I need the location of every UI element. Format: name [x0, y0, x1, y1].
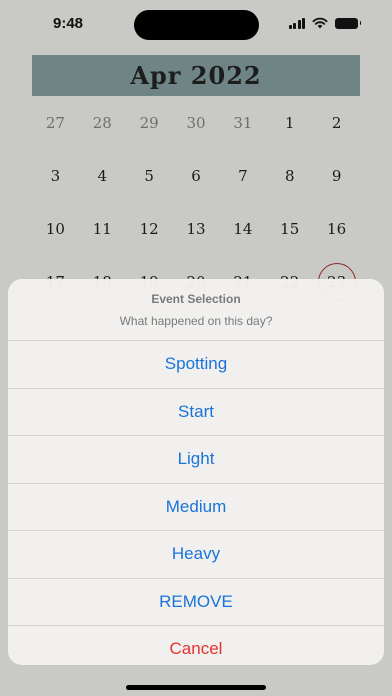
dynamic-island	[134, 10, 259, 40]
spotting-button[interactable]: Spotting	[8, 340, 384, 388]
calendar-day-number: 31	[233, 113, 253, 132]
calendar-day[interactable]: 30	[173, 96, 220, 149]
start-button[interactable]: Start	[8, 387, 384, 436]
status-bar: 9:48	[0, 0, 392, 48]
calendar-day-number: 1	[284, 113, 295, 132]
wifi-icon	[312, 17, 328, 29]
calendar-week-row: 3 4 5 6 7 8 9	[32, 149, 360, 202]
calendar-day-number: 6	[191, 166, 201, 185]
month-title: Apr 2022	[32, 55, 360, 96]
calendar-day[interactable]: 27	[32, 96, 79, 149]
heavy-button[interactable]: Heavy	[8, 530, 384, 578]
action-sheet-message: What happened on this day?	[119, 313, 273, 328]
calendar-day[interactable]: 31	[219, 96, 266, 149]
calendar-day-number: 5	[144, 166, 154, 185]
action-sheet-title: Event Selection	[151, 291, 241, 306]
calendar-week-row: 10 11 12 13 14 15 16	[32, 202, 360, 255]
calendar-day-number: 3	[50, 166, 61, 185]
calendar-day[interactable]: 7	[219, 149, 266, 202]
calendar-day[interactable]: 11	[79, 202, 126, 255]
calendar-day[interactable]: 3	[32, 149, 79, 202]
remove-button[interactable]: REMOVE	[8, 577, 384, 626]
calendar-day[interactable]: 5	[126, 149, 173, 202]
calendar-day[interactable]: 8	[266, 149, 313, 202]
calendar-day[interactable]: 29	[126, 96, 173, 149]
calendar-day-number: 12	[139, 219, 159, 238]
cancel-button[interactable]: Cancel	[8, 625, 384, 665]
calendar-day-number: 30	[186, 113, 206, 132]
calendar-day[interactable]: 14	[219, 202, 266, 255]
calendar-day-number: 11	[92, 219, 112, 238]
calendar-grid: 2728293031123456789101112131415161718192…	[32, 96, 360, 308]
calendar-day-number: 27	[45, 113, 65, 132]
calendar-day[interactable]: 10	[32, 202, 79, 255]
calendar-day-number: 2	[331, 113, 342, 132]
light-button[interactable]: Light	[8, 435, 384, 483]
medium-button[interactable]: Medium	[8, 482, 384, 531]
calendar-day-number: 13	[186, 219, 206, 238]
calendar-day[interactable]: 1	[266, 96, 313, 149]
calendar-day-number: 9	[331, 166, 342, 185]
status-time: 9:48	[53, 15, 84, 32]
battery-icon	[335, 17, 361, 29]
calendar-day-number: 28	[92, 113, 112, 132]
calendar-day[interactable]: 2	[313, 96, 360, 149]
calendar-day[interactable]: 16	[313, 202, 360, 255]
calendar-day[interactable]: 6	[173, 149, 220, 202]
calendar-week-row: 27 28 29 30 31 1 2	[32, 96, 360, 149]
action-sheet-header: Event Selection What happened on this da…	[8, 279, 384, 340]
calendar-day-number: 8	[284, 166, 295, 185]
calendar-day[interactable]: 15	[266, 202, 313, 255]
calendar-day-number: 10	[45, 219, 65, 238]
action-sheet: Event Selection What happened on this da…	[8, 279, 384, 665]
calendar-day[interactable]: 28	[79, 96, 126, 149]
calendar-day[interactable]: 4	[79, 149, 126, 202]
calendar-day-number: 4	[97, 166, 108, 185]
calendar-day[interactable]: 9	[313, 149, 360, 202]
signal-icon	[288, 17, 305, 29]
calendar-day-number: 7	[238, 166, 248, 185]
home-indicator	[126, 685, 266, 690]
calendar-day[interactable]: 13	[173, 202, 220, 255]
calendar-day-number: 14	[233, 219, 253, 238]
calendar-day[interactable]: 12	[126, 202, 173, 255]
calendar-day-number: 29	[139, 113, 159, 132]
calendar-day-number: 15	[280, 219, 300, 238]
status-icons	[288, 17, 361, 29]
calendar-day-number: 16	[327, 219, 347, 238]
